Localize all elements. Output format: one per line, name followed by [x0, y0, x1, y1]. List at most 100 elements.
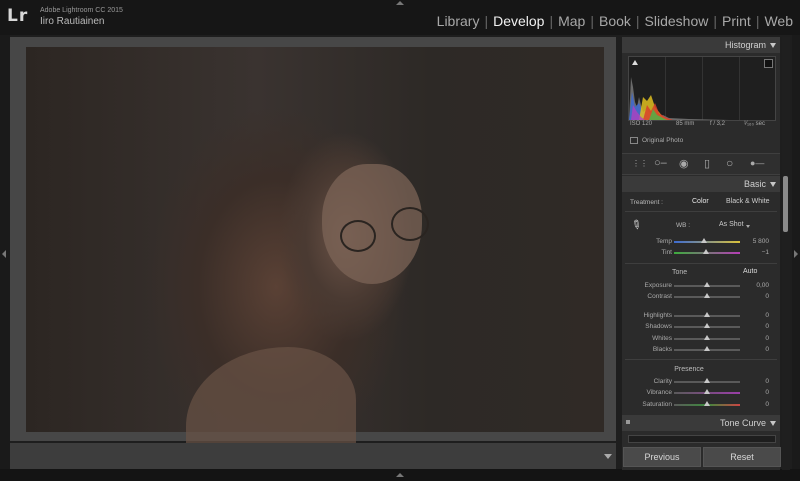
highlights-slider-row: Highlights 0: [622, 311, 780, 321]
saturation-thumb[interactable]: [704, 401, 710, 406]
saturation-value[interactable]: 0: [765, 401, 769, 408]
filmstrip-toggle-icon[interactable]: [396, 473, 404, 477]
highlights-label: Highlights: [643, 312, 672, 319]
contrast-slider-row: Contrast 0: [622, 292, 780, 302]
treatment-bw-option[interactable]: Black & White: [726, 198, 770, 205]
product-name: Adobe Lightroom CC 2015: [40, 7, 123, 14]
module-picker: Library | Develop | Map | Book | Slideshow | Print…: [436, 13, 793, 29]
histogram-header[interactable]: Histogram: [622, 37, 780, 53]
tint-slider-row: Tint −1: [622, 248, 780, 258]
contrast-thumb[interactable]: [704, 293, 710, 298]
temp-track[interactable]: [674, 241, 740, 243]
whites-slider-row: Whites 0: [622, 334, 780, 344]
panel-switch-icon[interactable]: [626, 420, 630, 424]
vibrance-label: Vibrance: [646, 389, 672, 396]
exposure-slider-row: Exposure 0,00: [622, 281, 780, 291]
toolbar: [10, 443, 616, 469]
iso-value: ISO 120: [630, 121, 653, 127]
treatment-color-option[interactable]: Color: [692, 198, 709, 205]
tone-curve-header[interactable]: Tone Curve: [622, 415, 780, 431]
shadows-thumb[interactable]: [704, 323, 710, 328]
auto-tone-button[interactable]: Auto: [743, 268, 757, 275]
module-slideshow[interactable]: Slideshow: [645, 13, 709, 29]
histogram-graph[interactable]: [628, 56, 776, 121]
previous-button[interactable]: Previous: [623, 447, 701, 467]
checkbox-icon: [630, 137, 638, 144]
adjustment-brush-icon[interactable]: ●—: [750, 158, 764, 168]
wb-select[interactable]: As Shot: [719, 221, 744, 228]
spot-removal-icon[interactable]: ○–: [654, 157, 667, 169]
photo-glasses-left: [340, 220, 376, 252]
chevron-down-icon: [746, 225, 750, 228]
module-library[interactable]: Library: [437, 13, 480, 29]
whites-label: Whites: [652, 335, 672, 342]
toolbar-options-icon[interactable]: [604, 454, 612, 459]
basic-header[interactable]: Basic: [622, 176, 780, 192]
module-book[interactable]: Book: [599, 13, 631, 29]
shadows-slider-row: Shadows 0: [622, 322, 780, 332]
basic-title: Basic: [743, 179, 766, 189]
exposure-label: Exposure: [644, 282, 672, 289]
contrast-value[interactable]: 0: [765, 293, 769, 300]
whites-thumb[interactable]: [704, 335, 710, 340]
tint-thumb[interactable]: [703, 249, 710, 254]
tint-label: Tint: [661, 249, 672, 256]
wb-label: WB :: [676, 222, 691, 229]
tone-curve-preview[interactable]: [628, 435, 776, 443]
right-panel-toggle-icon[interactable]: [794, 250, 798, 258]
photo-preview[interactable]: [26, 47, 604, 479]
whites-value[interactable]: 0: [765, 335, 769, 342]
clarity-thumb[interactable]: [704, 378, 710, 383]
clarity-value[interactable]: 0: [765, 378, 769, 385]
exposure-value[interactable]: 0,00: [756, 282, 769, 289]
histogram-title: Histogram: [724, 40, 766, 50]
shadows-label: Shadows: [645, 323, 672, 330]
saturation-slider-row: Saturation 0: [622, 400, 780, 410]
scrollbar-thumb[interactable]: [783, 176, 788, 232]
vibrance-slider-row: Vibrance 0: [622, 388, 780, 398]
shutter-speed: ¹⁄₁₆₀ sec: [744, 121, 765, 127]
highlights-value[interactable]: 0: [765, 312, 769, 319]
blacks-thumb[interactable]: [704, 346, 710, 351]
module-print[interactable]: Print: [722, 13, 751, 29]
shadows-value[interactable]: 0: [765, 323, 769, 330]
tint-value[interactable]: −1: [762, 249, 769, 256]
focal-length: 85 mm: [676, 121, 695, 127]
crop-overlay-icon[interactable]: ⋮⋮: [632, 159, 648, 168]
tone-curve-title: Tone Curve: [719, 418, 766, 428]
right-panel-scrollbar[interactable]: [782, 37, 790, 470]
radial-filter-icon[interactable]: ○: [726, 156, 733, 170]
treatment-label: Treatment :: [630, 199, 663, 206]
lightroom-logo: Lr: [7, 6, 29, 26]
collapse-icon: [770, 43, 776, 48]
shadow-clipping-icon[interactable]: [632, 60, 638, 65]
vibrance-thumb[interactable]: [704, 389, 710, 394]
top-panel-toggle-icon[interactable]: [396, 1, 404, 5]
highlight-clipping-icon[interactable]: [764, 59, 773, 68]
clarity-slider-row: Clarity 0: [622, 377, 780, 387]
temp-thumb[interactable]: [700, 238, 707, 243]
temp-value[interactable]: 5 800: [753, 238, 769, 245]
module-map[interactable]: Map: [558, 13, 585, 29]
top-bar: Lr Adobe Lightroom CC 2015 Iiro Rautiain…: [0, 0, 800, 35]
red-eye-icon[interactable]: ◉: [679, 157, 689, 170]
saturation-label: Saturation: [642, 401, 672, 408]
exposure-thumb[interactable]: [704, 282, 710, 287]
blacks-label: Blacks: [652, 346, 672, 353]
graduated-filter-icon[interactable]: ▯: [704, 157, 710, 170]
tone-label: Tone: [672, 269, 688, 276]
left-panel-toggle-icon[interactable]: [2, 250, 6, 258]
module-develop[interactable]: Develop: [493, 13, 544, 29]
temp-label: Temp: [656, 238, 672, 245]
highlights-thumb[interactable]: [704, 312, 710, 317]
clarity-label: Clarity: [653, 378, 672, 385]
blacks-value[interactable]: 0: [765, 346, 769, 353]
photo-glasses-right: [391, 207, 429, 241]
temp-slider-row: Temp 5 800: [622, 237, 780, 247]
vibrance-value[interactable]: 0: [765, 389, 769, 396]
original-photo-checkbox[interactable]: Original Photo: [630, 137, 683, 144]
reset-button[interactable]: Reset: [703, 447, 781, 467]
module-web[interactable]: Web: [764, 13, 793, 29]
presence-label: Presence: [674, 366, 704, 373]
develop-right-panel: Histogram ISO 120 85 mm f / 3,2 ¹⁄₁₆₀ se…: [622, 37, 781, 470]
